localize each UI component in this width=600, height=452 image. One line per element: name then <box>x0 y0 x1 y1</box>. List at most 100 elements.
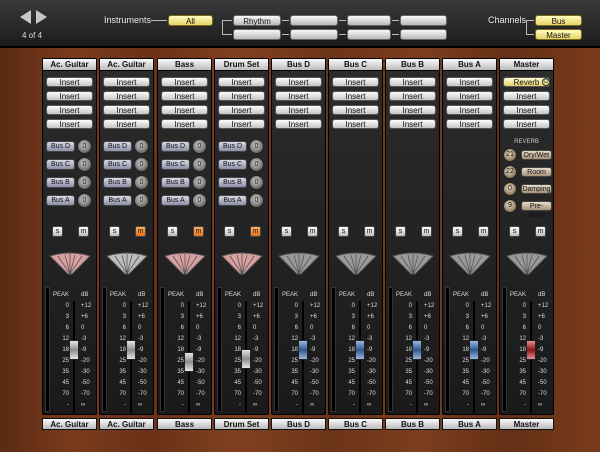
send-bus-button[interactable]: Bus C <box>218 159 247 170</box>
solo-button[interactable]: s <box>281 226 292 237</box>
pan-knob[interactable] <box>220 250 264 276</box>
send-level-knob[interactable]: 0 <box>77 157 92 172</box>
insert-slot[interactable]: Insert <box>332 119 379 129</box>
insert-slot[interactable]: Insert <box>389 77 436 87</box>
insert-slot[interactable]: Insert <box>46 119 93 129</box>
reverb-param-button[interactable]: Damping <box>521 184 552 194</box>
send-bus-button[interactable]: Bus D <box>46 141 75 152</box>
insert-slot[interactable]: Insert <box>503 119 550 129</box>
pan-knob[interactable] <box>334 250 378 276</box>
send-bus-button[interactable]: Bus D <box>161 141 190 152</box>
send-bus-button[interactable]: Bus B <box>103 177 132 188</box>
channel-name[interactable]: Master <box>500 59 553 71</box>
send-level-knob[interactable]: 0 <box>249 157 264 172</box>
insert-slot[interactable]: Insert <box>275 77 322 87</box>
insert-slot[interactable]: Insert <box>389 105 436 115</box>
channel-bus-button[interactable]: Bus <box>535 15 582 26</box>
volume-fader[interactable] <box>412 340 422 360</box>
pan-knob[interactable] <box>163 250 207 276</box>
channel-name[interactable]: Bass <box>158 59 211 71</box>
send-level-knob[interactable]: 0 <box>77 193 92 208</box>
insert-slot[interactable]: Insert <box>503 105 550 115</box>
mute-button[interactable]: m <box>78 226 89 237</box>
send-level-knob[interactable]: 0 <box>192 139 207 154</box>
solo-button[interactable]: s <box>109 226 120 237</box>
send-level-knob[interactable]: 0 <box>77 175 92 190</box>
insert-slot[interactable]: Insert <box>275 105 322 115</box>
insert-slot[interactable]: Insert <box>103 105 150 115</box>
pan-knob[interactable] <box>448 250 492 276</box>
send-bus-button[interactable]: Bus B <box>161 177 190 188</box>
send-level-knob[interactable]: 0 <box>134 175 149 190</box>
reverb-param-button[interactable]: Room <box>521 167 552 177</box>
prev-page-icon[interactable] <box>20 10 31 24</box>
volume-fader[interactable] <box>298 340 308 360</box>
pan-knob[interactable] <box>391 250 435 276</box>
send-bus-button[interactable]: Bus B <box>46 177 75 188</box>
mute-button[interactable]: m <box>421 226 432 237</box>
reverb-param-button[interactable]: Pre-delay <box>521 201 552 219</box>
all-instruments-button[interactable]: All <box>168 15 213 26</box>
channel-name[interactable]: Bus C <box>329 59 382 71</box>
insert-slot[interactable]: Insert <box>446 105 493 115</box>
insert-slot[interactable]: Insert <box>218 105 265 115</box>
volume-fader[interactable] <box>126 340 136 360</box>
volume-fader[interactable] <box>241 349 251 369</box>
volume-fader[interactable] <box>355 340 365 360</box>
volume-fader[interactable] <box>184 352 194 372</box>
volume-fader[interactable] <box>526 340 536 360</box>
mute-button[interactable]: m <box>535 226 546 237</box>
channel-master-button[interactable]: Master <box>535 29 582 40</box>
channel-name[interactable]: Ac. Guitar <box>100 59 153 71</box>
send-level-knob[interactable]: 0 <box>249 139 264 154</box>
group-button-2[interactable] <box>290 15 338 26</box>
mute-button[interactable]: m <box>193 226 204 237</box>
solo-button[interactable]: s <box>224 226 235 237</box>
solo-button[interactable]: s <box>509 226 520 237</box>
insert-slot[interactable]: Insert <box>103 91 150 101</box>
send-bus-button[interactable]: Bus A <box>46 195 75 206</box>
insert-slot[interactable]: Insert <box>161 77 208 87</box>
insert-slot[interactable]: Insert <box>46 91 93 101</box>
insert-slot[interactable]: Insert <box>275 91 322 101</box>
send-bus-button[interactable]: Bus D <box>103 141 132 152</box>
send-bus-button[interactable]: Bus C <box>103 159 132 170</box>
channel-name[interactable]: Ac. Guitar <box>43 59 96 71</box>
mute-button[interactable]: m <box>307 226 318 237</box>
send-level-knob[interactable]: 0 <box>134 139 149 154</box>
send-bus-button[interactable]: Bus A <box>161 195 190 206</box>
send-bus-button[interactable]: Bus A <box>103 195 132 206</box>
channel-name[interactable]: Drum Set <box>215 59 268 71</box>
insert-slot[interactable]: Insert <box>275 119 322 129</box>
group-button-3[interactable] <box>347 15 391 26</box>
mute-button[interactable]: m <box>364 226 375 237</box>
channel-name[interactable]: Bus B <box>386 59 439 71</box>
insert-slot[interactable]: Insert <box>103 119 150 129</box>
mute-button[interactable]: m <box>250 226 261 237</box>
send-level-knob[interactable]: 0 <box>192 175 207 190</box>
insert-slot[interactable]: Insert <box>218 119 265 129</box>
insert-slot[interactable]: Insert <box>332 105 379 115</box>
mute-button[interactable]: m <box>135 226 146 237</box>
solo-button[interactable]: s <box>452 226 463 237</box>
volume-fader[interactable] <box>469 340 479 360</box>
insert-slot[interactable]: Insert <box>332 91 379 101</box>
send-bus-button[interactable]: Bus A <box>218 195 247 206</box>
insert-slot[interactable]: Insert <box>446 91 493 101</box>
next-page-icon[interactable] <box>36 10 47 24</box>
solo-button[interactable]: s <box>338 226 349 237</box>
group-button-5[interactable] <box>233 29 281 40</box>
insert-slot[interactable]: Insert <box>103 77 150 87</box>
send-level-knob[interactable]: 0 <box>249 175 264 190</box>
insert-slot[interactable]: Insert <box>161 119 208 129</box>
insert-slot[interactable]: Insert <box>389 91 436 101</box>
insert-slot[interactable]: Insert <box>46 77 93 87</box>
reverb-param-knob[interactable]: 21 <box>503 148 517 162</box>
mute-button[interactable]: m <box>478 226 489 237</box>
insert-slot[interactable]: Insert <box>503 91 550 101</box>
channel-name[interactable]: Bus D <box>272 59 325 71</box>
insert-slot[interactable]: Insert <box>218 77 265 87</box>
send-bus-button[interactable]: Bus B <box>218 177 247 188</box>
reverb-param-knob[interactable]: 0 <box>503 182 517 196</box>
solo-button[interactable]: s <box>52 226 63 237</box>
